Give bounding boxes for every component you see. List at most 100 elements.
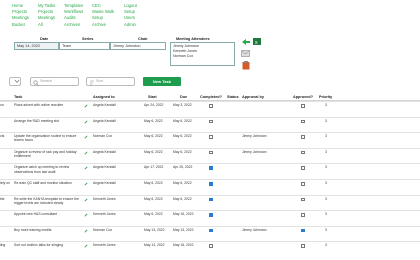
completed-checkbox[interactable] xyxy=(209,197,213,202)
clipboard-icon[interactable] xyxy=(242,61,250,70)
nav-bucket[interactable]: Bucket xyxy=(12,22,26,28)
new-task-button[interactable]: New Task xyxy=(143,77,181,86)
row-prefix: on xyxy=(0,103,4,107)
due-date: May 6, 2022 xyxy=(173,196,192,201)
edit-pencil-icon[interactable] xyxy=(84,198,88,202)
nav-meetings-2[interactable]: Meetings xyxy=(38,15,55,21)
approved-checkbox[interactable] xyxy=(301,182,305,186)
task-name[interactable]: Organize catch up meeting to review obse… xyxy=(14,165,84,174)
edit-pencil-icon[interactable] xyxy=(84,229,88,233)
completed-checkbox[interactable] xyxy=(209,119,213,124)
th-status: Status xyxy=(227,95,239,99)
completed-checkbox[interactable] xyxy=(209,135,213,139)
search-input[interactable]: Search xyxy=(30,77,79,86)
nav-archives[interactable]: Archives xyxy=(64,22,83,28)
task-name[interactable]: Place advert with online recruiter xyxy=(14,103,84,107)
task-name[interactable]: Re-write the KANYA template to ensure th… xyxy=(14,197,84,206)
completed-checkbox[interactable] xyxy=(209,166,213,170)
task-name[interactable]: Appoint new H&S consultant xyxy=(14,212,84,216)
task-name[interactable]: Arrange the R&D meeting slot xyxy=(14,119,84,123)
due-date: May 6, 2022 xyxy=(173,134,192,139)
approver: Jimmy Johnston xyxy=(242,227,267,232)
assigned-to: Kenneth Jones xyxy=(93,212,116,217)
completed-checkbox[interactable] xyxy=(209,228,213,233)
attendees-header: Meeting Attendees xyxy=(176,37,210,41)
edit-pencil-icon[interactable] xyxy=(84,213,88,217)
start-date: May 13, 2022 xyxy=(144,243,165,248)
priority: 3 xyxy=(325,149,327,154)
sort-select[interactable]: Sort xyxy=(86,77,135,86)
nav-col-5: Logout Setup Users Admin xyxy=(124,3,137,28)
table-row[interactable]: Appoint new H&S consultant Kenneth Jones M… xyxy=(0,210,420,225)
completed-checkbox[interactable] xyxy=(209,213,213,217)
task-name[interactable]: Buy more training credits xyxy=(14,228,84,232)
nav-all[interactable]: All xyxy=(38,22,55,28)
date-field[interactable]: May 14, 2022 xyxy=(14,42,59,50)
attendees-list[interactable]: Jimmy Johnston Kenneth Jones Norman Cox xyxy=(170,42,235,66)
back-arrow-icon[interactable] xyxy=(241,38,251,46)
approved-checkbox[interactable] xyxy=(301,119,305,124)
nav-col-4: CEC Waste Walk Setup Archive xyxy=(92,3,114,28)
approved-checkbox[interactable] xyxy=(301,244,305,248)
table-row[interactable]: iety on Re-train QC staff and monitor sit… xyxy=(0,179,420,194)
table-row[interactable]: Organize a review of sick pay and holida… xyxy=(0,147,420,163)
nav-col-3: Templates Workflows Audits Archives xyxy=(64,3,83,28)
approved-checkbox[interactable] xyxy=(301,104,305,108)
due-date: May 16, 2022 xyxy=(173,243,194,248)
th-completed: Completed? xyxy=(200,95,222,99)
assigned-to: Norman Cox xyxy=(93,227,113,232)
approved-checkbox[interactable] xyxy=(301,228,305,233)
table-row[interactable]: ble Re-write the KANYA template to ensure… xyxy=(0,194,420,210)
assigned-to: Kenneth Jones xyxy=(93,196,116,201)
start-date: Apr 17, 2022 xyxy=(144,165,164,170)
assigned-to: Angela Kendall xyxy=(93,103,116,107)
chevron-down-icon xyxy=(14,79,20,84)
table-row[interactable]: Arrange the R&D meeting slot Angela Kenda… xyxy=(0,116,420,132)
table-row[interactable]: Organize catch up meeting to review obse… xyxy=(0,163,420,178)
email-icon[interactable] xyxy=(241,50,250,57)
nav-admin[interactable]: Admin xyxy=(124,22,137,28)
excel-export-icon[interactable]: x xyxy=(252,37,262,46)
task-name[interactable]: Update the organization routine to ensur… xyxy=(14,134,84,143)
series-field[interactable]: Team xyxy=(59,42,110,50)
search-icon xyxy=(33,79,39,86)
priority: 3 xyxy=(325,227,327,232)
task-name[interactable]: Organize a review of sick pay and holida… xyxy=(14,150,84,159)
edit-pencil-icon[interactable] xyxy=(84,151,88,155)
edit-pencil-icon[interactable] xyxy=(84,135,88,139)
filter-dropdown[interactable] xyxy=(9,77,21,86)
table-row[interactable]: ling Sort out toolbox talks for slinging K… xyxy=(0,241,420,256)
completed-checkbox[interactable] xyxy=(209,182,213,186)
completed-checkbox[interactable] xyxy=(209,104,213,108)
approved-checkbox[interactable] xyxy=(301,150,305,155)
th-approval: Approval by xyxy=(242,95,264,99)
priority: 3 xyxy=(325,134,327,139)
due-date: May 13, 2022 xyxy=(173,227,194,232)
edit-pencil-icon[interactable] xyxy=(84,244,88,248)
start-date: May 6, 2022 xyxy=(144,212,163,217)
approved-checkbox[interactable] xyxy=(301,166,305,170)
table-row[interactable]: on Place advert with online recruiter Ange… xyxy=(0,101,420,116)
assigned-to: Angela Kendall xyxy=(93,165,116,170)
nav-archive[interactable]: Archive xyxy=(92,22,114,28)
table-row[interactable]: cts Update the organization routine to en… xyxy=(0,132,420,147)
completed-checkbox[interactable] xyxy=(209,244,213,248)
nav-users[interactable]: Users xyxy=(124,15,137,21)
row-prefix: cts xyxy=(0,134,5,139)
edit-pencil-icon[interactable] xyxy=(84,182,88,186)
task-name[interactable]: Re-train QC staff and monitor situation xyxy=(14,181,84,185)
edit-pencil-icon[interactable] xyxy=(84,166,88,170)
completed-checkbox[interactable] xyxy=(209,150,213,155)
chair-field[interactable]: Jimmy Johnston xyxy=(110,42,166,50)
edit-pencil-icon[interactable] xyxy=(84,120,88,124)
approved-checkbox[interactable] xyxy=(301,197,305,202)
assigned-to: Angela Kendall xyxy=(93,181,116,185)
approved-checkbox[interactable] xyxy=(301,213,305,217)
edit-pencil-icon[interactable] xyxy=(84,104,88,108)
task-name[interactable]: Sort out toolbox talks for slinging xyxy=(14,243,84,247)
nav-meetings[interactable]: Meetings xyxy=(12,15,29,21)
approved-checkbox[interactable] xyxy=(301,135,305,139)
date-value: May 14, 2022 xyxy=(17,44,41,48)
row-prefix: ling xyxy=(0,243,6,248)
table-row[interactable]: Buy more training credits Norman Cox May 1… xyxy=(0,225,420,241)
